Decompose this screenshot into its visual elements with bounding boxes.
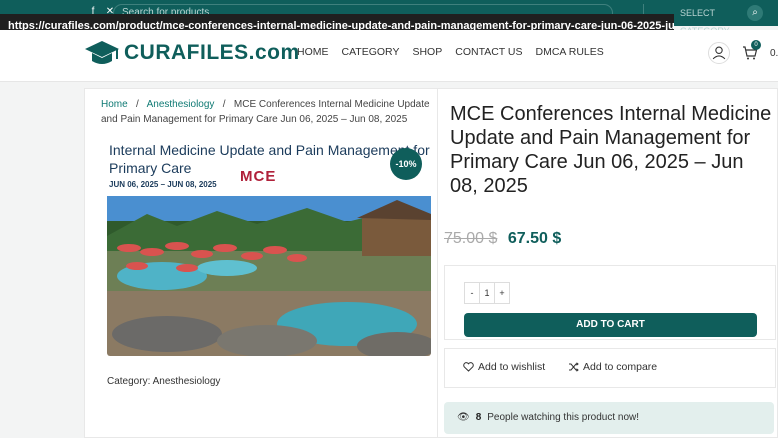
logo-suffix: .com bbox=[248, 41, 300, 64]
breadcrumb-home[interactable]: Home bbox=[101, 99, 128, 110]
product-price: 75.00 $ 67.50 $ bbox=[444, 230, 561, 248]
shuffle-icon bbox=[569, 362, 579, 372]
product-actions: Add to wishlist Add to compare bbox=[444, 348, 776, 388]
discount-badge: -10% bbox=[390, 148, 422, 180]
qty-minus-button[interactable]: - bbox=[465, 283, 479, 303]
breadcrumb-separator: / bbox=[130, 99, 144, 110]
graduation-cap-icon bbox=[85, 41, 119, 64]
search-icon[interactable]: ⌕ bbox=[747, 5, 763, 21]
column-divider bbox=[437, 88, 438, 438]
watching-notice: 👁 8 People watching this product now! bbox=[444, 402, 774, 434]
watching-text: People watching this product now! bbox=[487, 412, 640, 423]
wishlist-label: Add to wishlist bbox=[478, 361, 546, 373]
product-category: Category: Anesthesiology bbox=[107, 376, 220, 387]
site-header: CURAFILES.com HOME CATEGORY SHOP CONTACT… bbox=[0, 30, 778, 82]
sale-price: 67.50 $ bbox=[507, 230, 562, 247]
qty-input[interactable]: 1 bbox=[479, 283, 495, 303]
quantity-stepper: - 1 + bbox=[464, 282, 510, 304]
header-icons: 0 0.0 bbox=[708, 40, 778, 64]
buy-box: - 1 + ADD TO CART bbox=[444, 265, 776, 340]
image-dates: JUN 06, 2025 – JUN 08, 2025 bbox=[109, 180, 217, 189]
compare-label: Add to compare bbox=[583, 361, 658, 373]
nav-shop[interactable]: SHOP bbox=[412, 46, 442, 58]
cart-button[interactable]: 0 bbox=[742, 40, 761, 61]
nav-dmca[interactable]: DMCA RULES bbox=[536, 46, 604, 58]
resort-photo bbox=[107, 196, 431, 356]
site-logo[interactable]: CURAFILES.com bbox=[84, 39, 300, 67]
watching-count: 8 bbox=[475, 412, 482, 423]
compare-button[interactable]: Add to compare bbox=[568, 361, 657, 373]
add-to-cart-button[interactable]: ADD TO CART bbox=[464, 313, 757, 337]
nav-category[interactable]: CATEGORY bbox=[342, 46, 400, 58]
breadcrumb: Home / Anesthesiology / MCE Conferences … bbox=[101, 97, 431, 127]
old-price: 75.00 $ bbox=[444, 230, 498, 247]
breadcrumb-sep-text: / bbox=[136, 99, 139, 110]
heart-icon bbox=[463, 362, 474, 372]
cart-total: 0.0 bbox=[770, 47, 778, 59]
breadcrumb-category[interactable]: Anesthesiology bbox=[147, 99, 215, 110]
product-title: MCE Conferences Internal Medicine Update… bbox=[450, 103, 772, 197]
nav-contact[interactable]: CONTACT US bbox=[455, 46, 522, 58]
qty-plus-button[interactable]: + bbox=[495, 283, 509, 303]
main-nav: HOME CATEGORY SHOP CONTACT US DMCA RULES bbox=[297, 46, 604, 58]
wishlist-button[interactable]: Add to wishlist bbox=[463, 361, 545, 373]
eye-icon: 👁 bbox=[457, 412, 470, 423]
cart-count-badge: 0 bbox=[751, 40, 761, 50]
category-label: Category: bbox=[107, 376, 151, 387]
logo-text: CURAFILES.com bbox=[124, 41, 300, 65]
product-image[interactable]: Internal Medicine Update and Pain Manage… bbox=[107, 140, 431, 356]
nav-home[interactable]: HOME bbox=[297, 46, 329, 58]
user-icon[interactable] bbox=[708, 42, 730, 64]
breadcrumb-sep-text: / bbox=[222, 99, 226, 110]
mce-logo: MCE bbox=[240, 168, 277, 185]
breadcrumb-separator: / bbox=[217, 99, 231, 110]
category-link[interactable]: Anesthesiology bbox=[153, 376, 221, 387]
logo-name: CURAFILES bbox=[124, 41, 249, 64]
